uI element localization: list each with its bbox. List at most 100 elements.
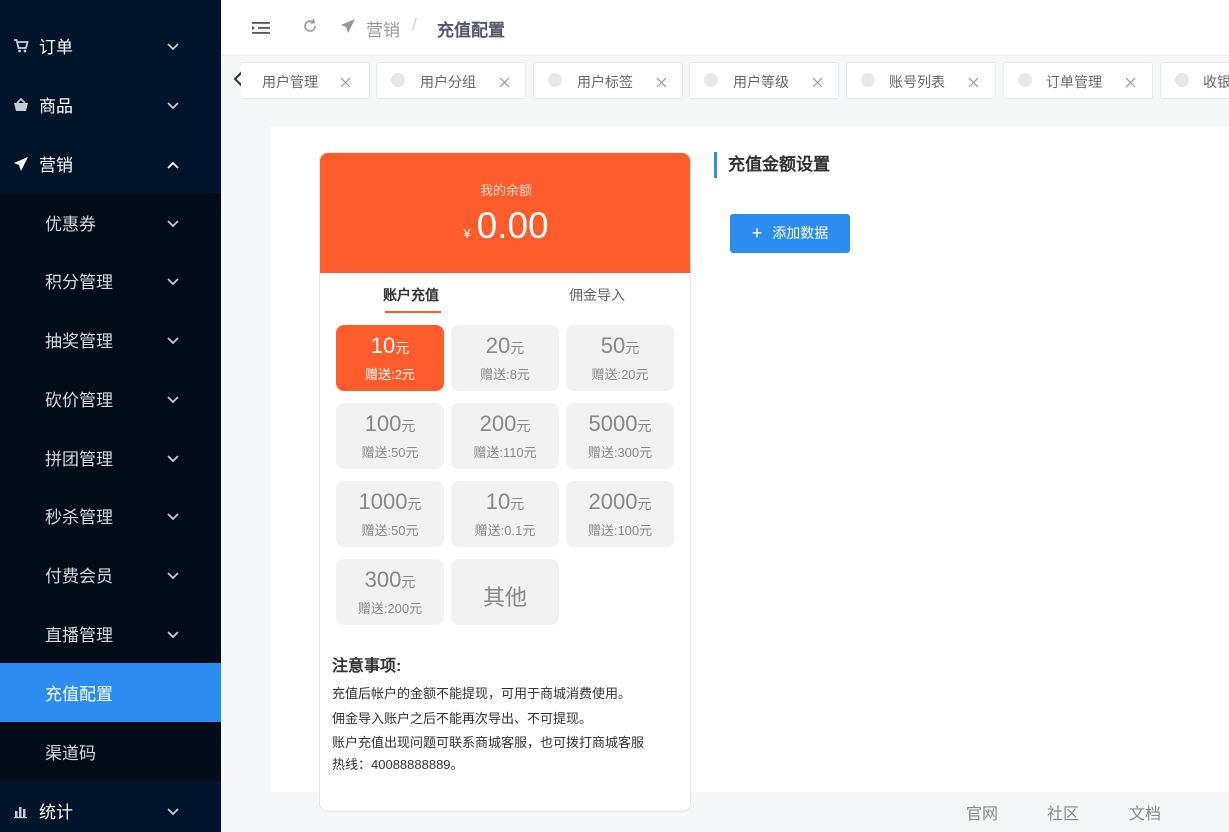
tab-dot — [861, 73, 875, 87]
sidebar-subitem-live[interactable]: 直播管理 — [0, 604, 221, 663]
sidebar-item-products[interactable]: 商品 — [0, 75, 221, 134]
amount-value: 10元 — [336, 333, 444, 359]
tab-label: 用户分组 — [420, 74, 476, 90]
sidebar-subitem-points[interactable]: 积分管理 — [0, 251, 221, 310]
chevron-down-icon — [166, 628, 180, 640]
amount-option[interactable]: 100元 赠送:50元 — [336, 403, 444, 469]
tab-dot — [1018, 73, 1032, 87]
amount-option[interactable]: 50元 赠送:20元 — [566, 325, 674, 391]
sidebar-subitem-lottery[interactable]: 抽奖管理 — [0, 310, 221, 369]
amount-option[interactable]: 2000元 赠送:100元 — [566, 481, 674, 547]
amount-number: 300 — [364, 567, 402, 592]
chevron-up-icon — [166, 158, 180, 170]
sidebar-item-statistics[interactable]: 统计 — [0, 781, 221, 832]
tab-label: 用户管理 — [262, 74, 318, 90]
amount-value: 200元 — [451, 411, 559, 437]
amount-number: 50 — [600, 333, 626, 358]
sidebar-item-orders[interactable]: 订单 — [0, 16, 221, 75]
amount-number: 2000 — [588, 489, 638, 514]
amount-option[interactable]: 200元 赠送:110元 — [451, 403, 559, 469]
paper-plane-icon — [340, 18, 356, 34]
chevron-down-icon — [166, 275, 180, 287]
sidebar-item-label: 砍价管理 — [45, 391, 113, 410]
note-line: 佣金导入账户之后不能再次导出、不可提现。 — [332, 711, 593, 726]
amount-value: 2000元 — [566, 489, 674, 515]
amount-unit: 元 — [401, 574, 416, 590]
amount-unit: 元 — [401, 418, 416, 434]
sidebar-subitem-flash-sale[interactable]: 秒杀管理 — [0, 486, 221, 545]
cart-icon — [13, 38, 29, 54]
amount-unit: 元 — [637, 496, 652, 512]
tab-user-tag[interactable]: 用户标签 — [533, 62, 683, 99]
close-icon[interactable] — [968, 75, 979, 88]
footer-link-docs[interactable]: 文档 — [1129, 800, 1161, 824]
breadcrumb-separator: / — [412, 15, 417, 34]
tab-account-list[interactable]: 账号列表 — [846, 62, 996, 99]
chevron-down-icon — [166, 452, 180, 464]
amount-gift: 赠送:8元 — [480, 367, 530, 382]
sidebar-item-label: 付费会员 — [45, 567, 113, 586]
menu-collapse-icon[interactable] — [251, 18, 271, 38]
sidebar-item-label: 商品 — [39, 97, 73, 116]
note-line: 充值后帐户的金额不能提现，可用于商城消费使用。 — [332, 686, 632, 701]
amount-option[interactable]: 5000元 赠送:300元 — [566, 403, 674, 469]
close-icon[interactable] — [1125, 75, 1136, 88]
tab-user-management[interactable]: 用户管理 — [241, 62, 370, 99]
sidebar-item-label: 秒杀管理 — [45, 508, 113, 527]
amount-number: 5000 — [588, 411, 638, 436]
amount-option-other[interactable]: 其他 — [451, 559, 559, 625]
sidebar-subitem-coupons[interactable]: 优惠券 — [0, 193, 221, 252]
tab-order-management[interactable]: 订单管理 — [1003, 62, 1153, 99]
amount-option[interactable]: 10元 赠送:2元 — [336, 325, 444, 391]
close-icon[interactable] — [656, 75, 667, 88]
amount-value: 10元 — [451, 489, 559, 515]
active-tab-underline — [385, 311, 441, 313]
add-data-button[interactable]: + 添加数据 — [730, 214, 850, 253]
amount-value: 300元 — [336, 567, 444, 593]
amount-option[interactable]: 1000元 赠送:50元 — [336, 481, 444, 547]
sidebar-subitem-channel-code[interactable]: 渠道码 — [0, 722, 221, 781]
sidebar-subitem-group-buy[interactable]: 拼团管理 — [0, 428, 221, 487]
chevron-down-icon — [166, 569, 180, 581]
footer-link-official-site[interactable]: 官网 — [966, 800, 998, 824]
tab-dot — [704, 73, 718, 87]
breadcrumb-parent[interactable]: 营销 — [366, 16, 400, 41]
amount-number: 1000 — [358, 489, 408, 514]
sidebar-item-label: 订单 — [39, 38, 73, 57]
other-amount-label: 其他 — [482, 585, 527, 610]
amount-unit: 元 — [625, 340, 640, 356]
sidebar-subitem-bargain[interactable]: 砍价管理 — [0, 369, 221, 428]
balance-value: 0.00 — [476, 205, 549, 246]
tab-dot — [391, 73, 405, 87]
tab-account-recharge[interactable]: 账户充值 — [383, 285, 439, 305]
sidebar-item-label: 直播管理 — [45, 626, 113, 645]
sidebar-item-label: 渠道码 — [45, 744, 96, 763]
amount-gift: 赠送:20元 — [591, 367, 649, 382]
amount-option[interactable]: 300元 赠送:200元 — [336, 559, 444, 625]
notes-title: 注意事项: — [332, 658, 402, 675]
amount-number: 10 — [370, 333, 396, 358]
refresh-icon[interactable] — [301, 17, 319, 35]
amount-option[interactable]: 10元 赠送:0.1元 — [451, 481, 559, 547]
tab-commission-import[interactable]: 佣金导入 — [569, 285, 625, 305]
amount-value: 1000元 — [336, 489, 444, 515]
close-icon[interactable] — [499, 75, 510, 88]
close-icon[interactable] — [812, 75, 823, 88]
tab-user-group[interactable]: 用户分组 — [376, 62, 526, 99]
breadcrumb-current: 充值配置 — [437, 21, 505, 40]
sidebar-subitem-recharge-config[interactable]: 充值配置 — [0, 663, 221, 722]
note-line: 热线：40088888889。 — [332, 757, 464, 772]
tab-cashier[interactable]: 收银 — [1160, 62, 1229, 99]
sidebar-subitem-paid-member[interactable]: 付费会员 — [0, 545, 221, 604]
amount-gift: 赠送:2元 — [365, 367, 415, 382]
tab-user-level[interactable]: 用户等级 — [689, 62, 839, 99]
amount-unit: 元 — [395, 340, 410, 356]
close-icon[interactable] — [340, 75, 351, 88]
amount-number: 200 — [479, 411, 517, 436]
sidebar-item-marketing[interactable]: 营销 — [0, 134, 221, 193]
amount-gift: 赠送:200元 — [357, 601, 423, 616]
amount-number: 100 — [364, 411, 402, 436]
balance-label: 我的余额 — [479, 183, 532, 198]
amount-option[interactable]: 20元 赠送:8元 — [451, 325, 559, 391]
footer-link-community[interactable]: 社区 — [1047, 800, 1079, 824]
